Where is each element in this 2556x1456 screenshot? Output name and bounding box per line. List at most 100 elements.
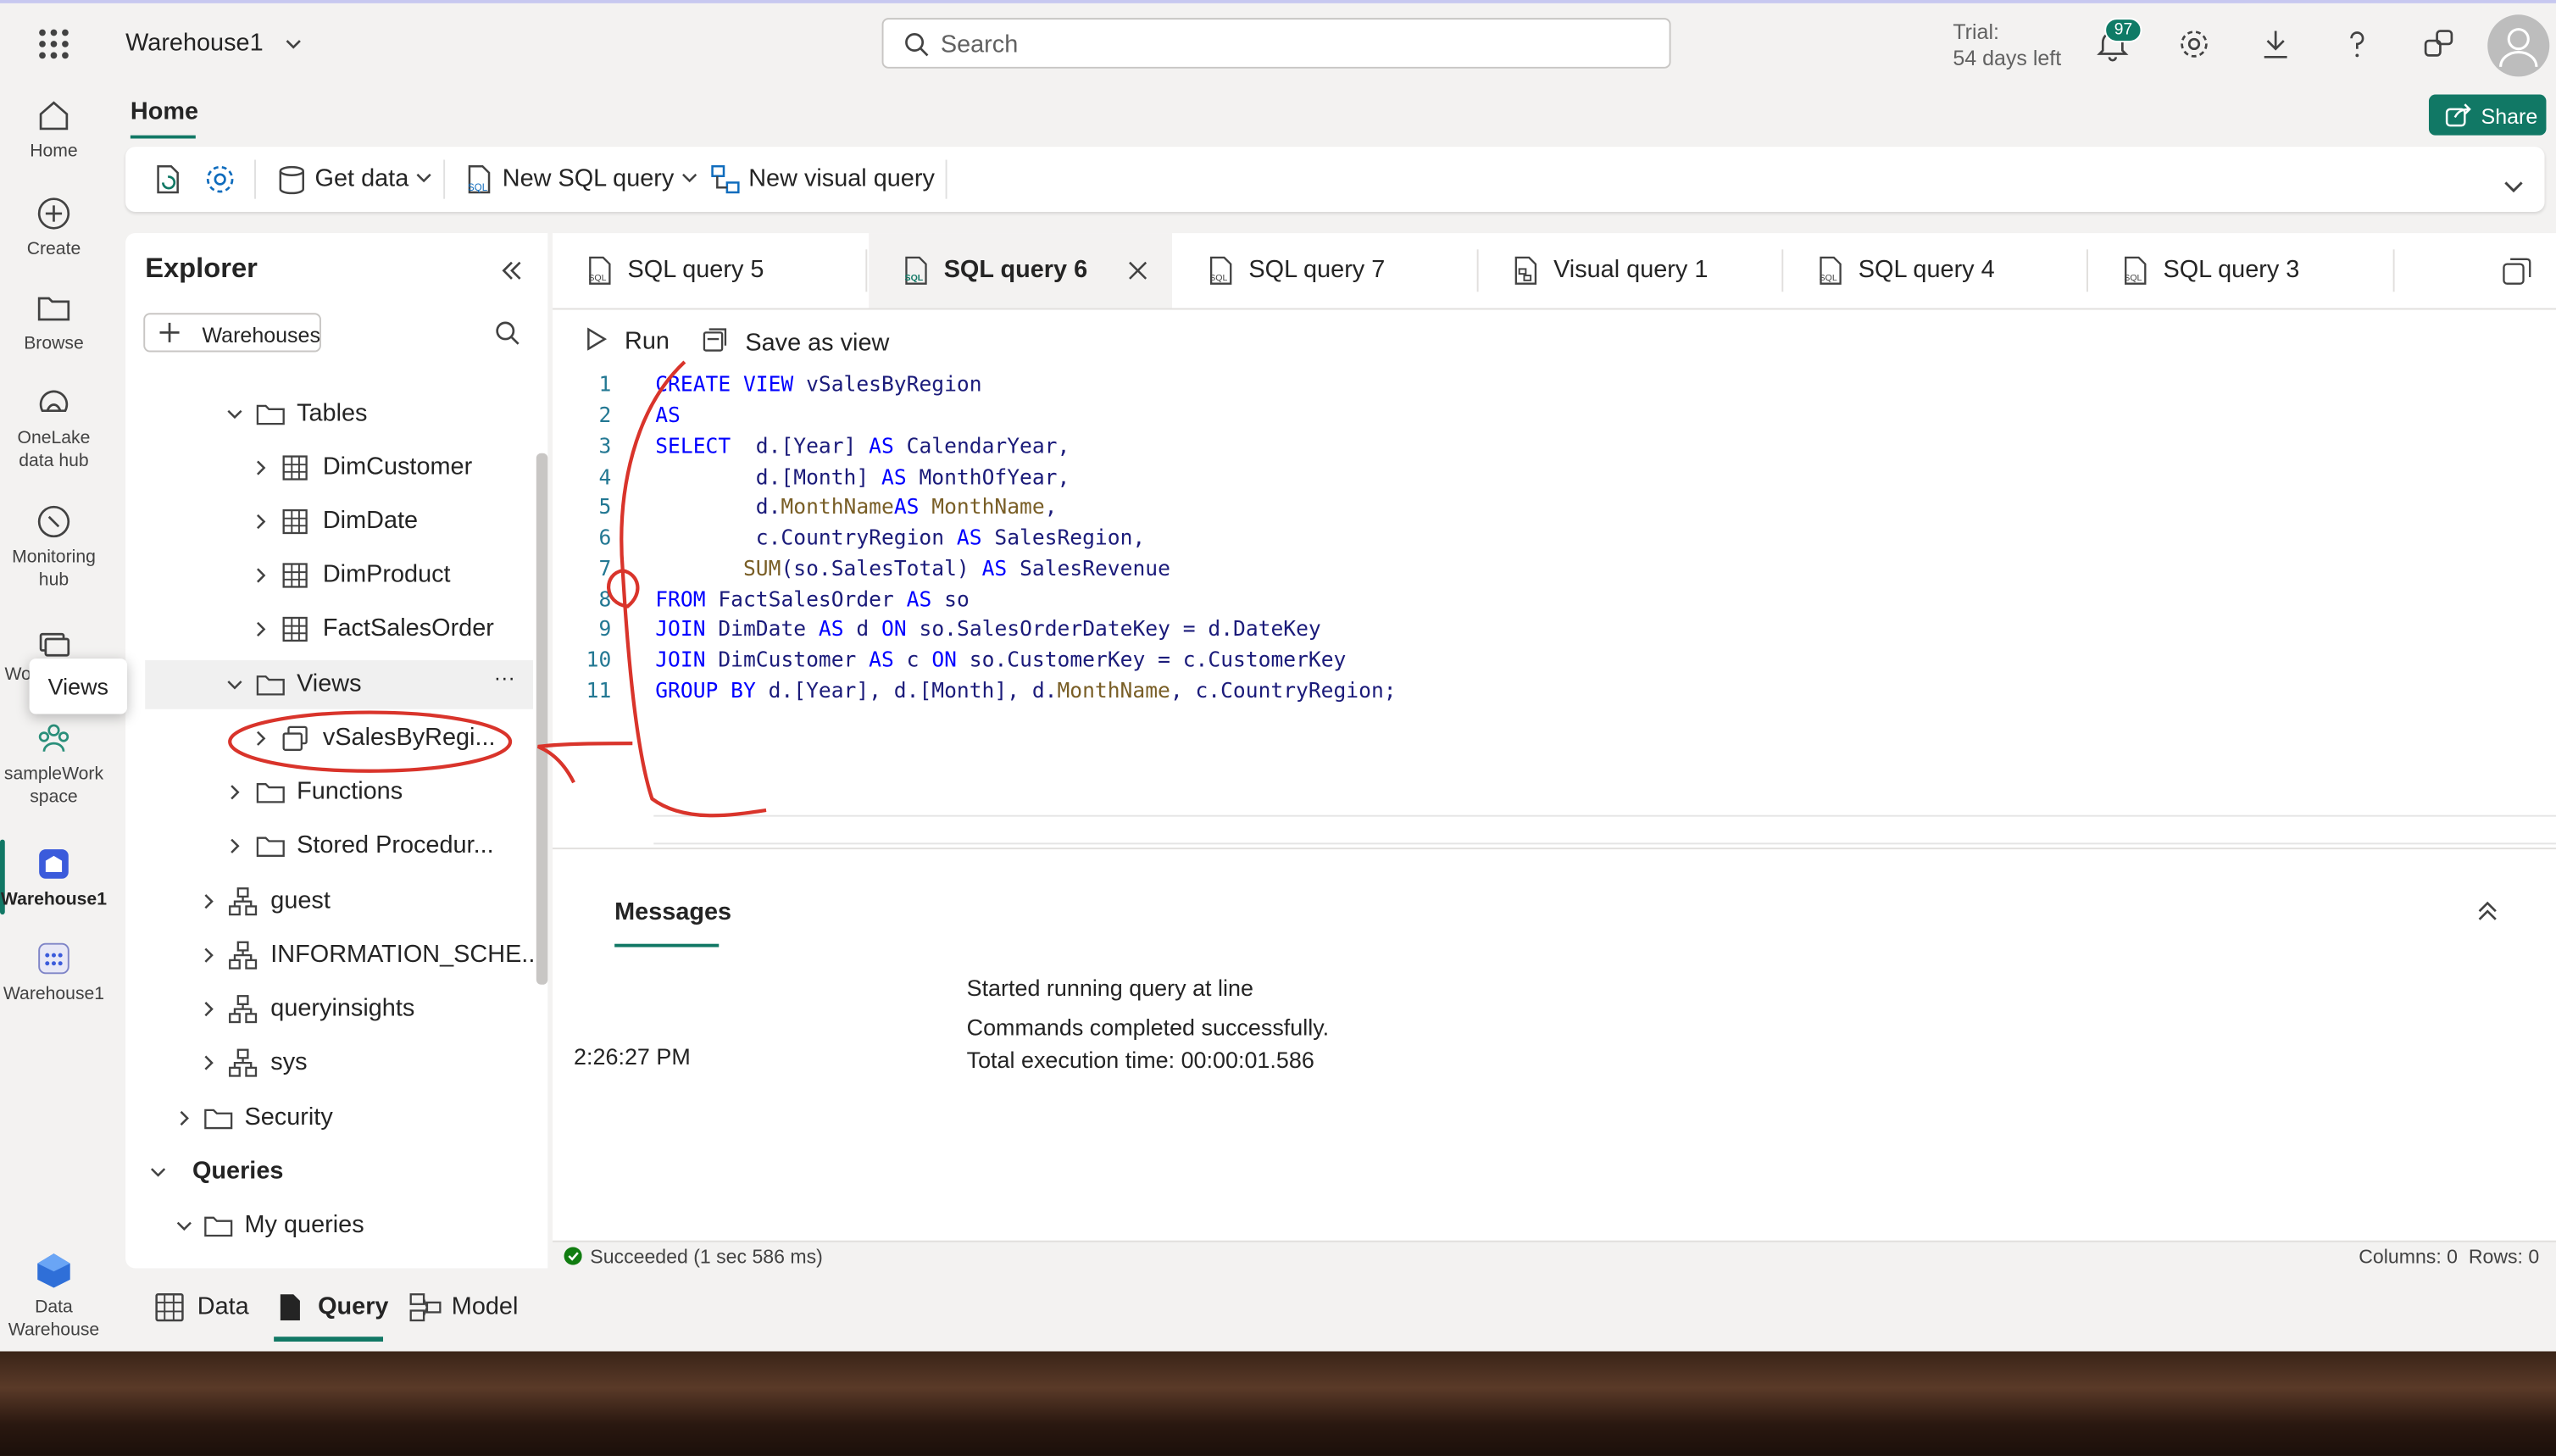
search-input[interactable]: Search [881,18,1671,69]
search-icon[interactable] [494,320,520,346]
rail-warehouse-label: Warehouse1 [0,890,107,910]
ribbon-collapse-icon[interactable] [2503,176,2523,196]
tab-visual-query-1[interactable]: Visual query 1 [1479,233,1784,308]
gear-icon[interactable] [2176,26,2212,62]
tree-folder-tables[interactable]: Tables [125,390,533,439]
tree-schema-queryinsights[interactable]: queryinsights [125,985,533,1034]
refresh-icon[interactable] [152,163,184,195]
download-icon[interactable] [2258,26,2293,62]
tree-folder-views[interactable]: Views ··· [145,660,533,709]
home-icon [39,101,69,131]
tab-overflow-icon[interactable] [2503,256,2532,286]
rail-onelake-label-1: OneLake [17,428,91,448]
new-visual-query-button[interactable]: New visual query [709,147,935,212]
current-line-highlight [653,814,2556,845]
rail-data-warehouse-label-2: Warehouse [8,1320,100,1341]
code-token: AS [655,404,681,429]
save-as-view-button[interactable]: Save as view [703,328,889,357]
rail-home[interactable]: Home [0,97,108,163]
tree-table-factsalesorder[interactable]: FactSalesOrder [125,605,533,654]
explorer-title: Explorer [145,253,258,284]
view-icon [282,725,308,751]
code-token: MonthOfYear, [906,466,1070,491]
tree-schema-information-schema[interactable]: INFORMATION_SCHE... [125,931,542,980]
tree-schema-sys[interactable]: sys [125,1038,533,1087]
settings-icon[interactable] [203,163,236,195]
rail-data-warehouse[interactable]: Data Warehouse [0,1250,108,1342]
tree-table-dimproduct[interactable]: DimProduct [125,551,533,600]
rail-warehouse-2[interactable]: Warehouse1 [0,941,108,1006]
collapse-panel-icon[interactable] [501,259,524,282]
add-warehouses-button[interactable]: Warehouses [143,313,321,353]
tree-table-dimdate[interactable]: DimDate [125,497,533,547]
tree-section-queries[interactable]: Queries [125,1148,533,1197]
new-sql-query-button[interactable]: SQL New SQL query [463,147,697,212]
tab-sql-query-4[interactable]: SQL SQL query 4 [1783,233,2088,308]
help-icon[interactable] [2339,26,2375,62]
folder-icon [256,836,285,857]
app-launcher-icon[interactable] [39,29,69,59]
code-token: CalendarYear, [893,435,1070,460]
explorer-panel: Explorer Warehouses Tables DimCustomer D… [125,233,548,1269]
add-warehouses-label: Warehouses [202,322,320,347]
tree-folder-security[interactable]: Security [125,1094,533,1143]
tab-label: SQL query 3 [2163,255,2300,284]
rail-browse[interactable]: Browse [0,290,108,355]
tree-folder-stored-procedures[interactable]: Stored Procedur... [125,821,533,870]
tab-messages[interactable]: Messages [614,898,731,926]
rail-onelake[interactable]: OneLake data hub [0,385,108,473]
notification-badge: 97 [2104,18,2142,43]
tree-label: DimDate [322,507,419,535]
sql-file-icon: SQL [1820,256,1842,285]
close-icon[interactable] [1128,261,1147,281]
code-token: AS [981,557,1008,582]
tab-home[interactable]: Home [131,97,198,125]
more-options-icon[interactable]: ··· [494,665,515,690]
code-token: d.[Year], d.[Month], d. [768,680,1058,704]
code-token: CREATE VIEW [655,373,807,398]
status-bar: Succeeded (1 sec 586 ms) Columns: 0 Rows… [553,1240,2556,1269]
sql-code-editor[interactable]: 1 2 3 4 5 6 7 8 9 10 11 CREATE VIEW vSal… [553,370,2556,845]
rail-sampleworkspace[interactable]: sampleWork space [0,720,108,809]
rail-warehouse-active[interactable]: Warehouse1 [0,846,108,911]
code-token: d.[Year] [731,435,870,460]
tree-label: DimCustomer [322,453,473,481]
code-line-5: d.MonthNameAS MonthName, [655,495,1058,520]
feedback-icon[interactable] [2420,26,2456,62]
tree-table-dimcustomer[interactable]: DimCustomer [125,443,533,492]
tab-sql-query-5[interactable]: SQL SQL query 5 [553,233,868,308]
chevron-right-icon [204,1055,214,1070]
tree-schema-guest[interactable]: guest [125,877,533,926]
collapse-pane-icon[interactable] [2476,900,2499,923]
rail-workspaces-label: Wo [4,664,31,685]
tree-folder-functions[interactable]: Functions [125,768,533,817]
tab-sql-query-3[interactable]: SQL SQL query 3 [2088,233,2395,308]
trial-status[interactable]: Trial: 54 days left [1953,19,2061,72]
tree-view-vsalesbyregion[interactable]: vSalesByRegi... [125,714,533,763]
code-token: AS [869,648,894,674]
code-token: MonthName [919,495,1045,520]
svg-text:SQL: SQL [1209,273,1227,283]
search-placeholder: Search [940,31,1019,59]
rail-create[interactable]: Create [0,196,108,261]
run-button[interactable]: Run [586,327,670,355]
rail-create-label: Create [26,239,81,259]
tree-folder-my-queries[interactable]: My queries [125,1202,533,1251]
workspace-switcher[interactable]: Warehouse1 [125,30,303,57]
visual-query-icon [711,165,740,194]
code-token: c [893,648,932,674]
chevron-right-icon [257,621,266,637]
avatar[interactable] [2487,14,2550,77]
get-data-button[interactable]: Get data [275,147,431,212]
chevron-down-icon [227,681,242,690]
tab-sql-query-7[interactable]: SQL SQL query 7 [1174,233,1479,308]
explorer-scrollbar[interactable] [536,453,548,985]
folder-icon [256,675,285,696]
share-button[interactable]: Share [2428,94,2547,136]
search-icon [905,33,929,57]
explorer-tree: Tables DimCustomer DimDate DimProduct Fa [125,364,547,1269]
rail-monitoring[interactable]: Monitoring hub [0,503,108,592]
tab-sql-query-6[interactable]: SQL SQL query 6 [869,233,1172,308]
tree-label: Functions [297,777,403,806]
